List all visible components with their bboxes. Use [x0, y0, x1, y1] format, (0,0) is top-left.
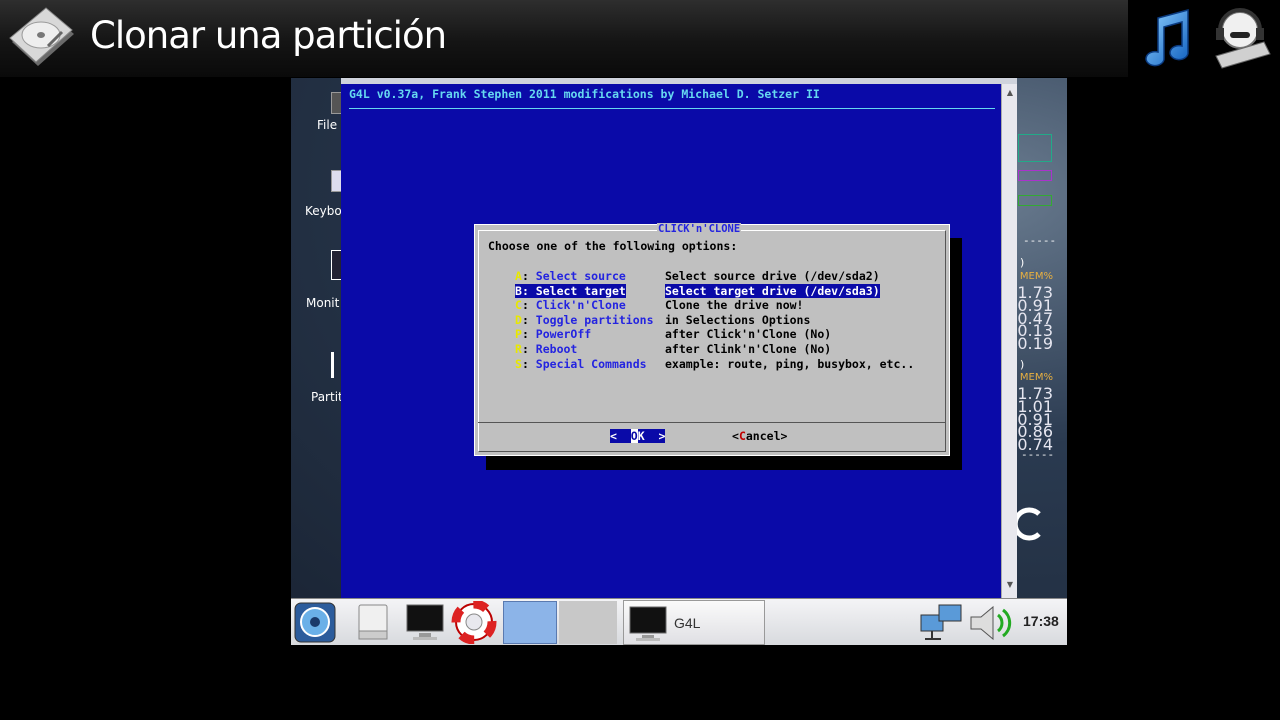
option-r[interactable]: R: Reboot after Clink'n'Clone (No): [515, 342, 945, 356]
option-hotkey: D: [515, 312, 522, 327]
option-description: Clone the drive now!: [665, 298, 804, 313]
option-name: Toggle partitions: [535, 312, 654, 327]
lifebuoy-icon[interactable]: [451, 601, 497, 644]
start-menu-icon[interactable]: [293, 601, 337, 644]
option-label: B: Select target: [515, 283, 626, 298]
monitor-icon[interactable]: [403, 601, 447, 644]
dialog-prompt: Choose one of the following options:: [488, 239, 738, 253]
terminal-body[interactable]: G4L v0.37a, Frank Stephen 2011 modificat…: [341, 84, 1001, 598]
terminal-header-text: G4L v0.37a, Frank Stephen 2011 modificat…: [349, 87, 820, 101]
dialog-title: CLICK'n'CLONE: [657, 223, 742, 235]
ok-button-hotkey: O: [630, 429, 638, 443]
conky-bar: [1018, 195, 1052, 206]
option-description: after Click'n'Clone (No): [665, 327, 832, 342]
option-label: R: Reboot: [515, 342, 578, 356]
option-name: Select target: [535, 283, 626, 298]
desktop-screen: File M Keybo Monit Partit ----- ) MEM% 1…: [291, 78, 1067, 645]
option-description: in Selections Options: [665, 312, 811, 327]
option-c[interactable]: C: Click'n'Clone Clone the drive now!: [515, 298, 945, 312]
ok-button-post: K >: [637, 429, 666, 443]
taskbar: G4L 17:38: [291, 598, 1067, 645]
cancel-button-pre: <: [732, 429, 739, 443]
cancel-button-post: ancel>: [745, 429, 788, 443]
option-label: P: PowerOff: [515, 327, 592, 342]
workspace-2[interactable]: [559, 601, 617, 644]
drive-icon[interactable]: [353, 601, 393, 644]
option-label: C: Click'n'Clone: [515, 298, 626, 313]
partition-icon[interactable]: [331, 352, 341, 378]
conky-bar: [1018, 170, 1052, 181]
volume-icon[interactable]: [967, 601, 1017, 644]
option-name: Reboot: [535, 342, 578, 356]
option-hotkey: A: [515, 269, 522, 283]
taskbar-task-label: G4L: [674, 615, 701, 631]
option-label: A: Select source: [515, 269, 626, 283]
desktop-icon-label[interactable]: Keybo: [305, 204, 342, 218]
ok-button[interactable]: < OK >: [610, 429, 666, 443]
cancel-button[interactable]: <Cancel>: [732, 429, 787, 443]
music-note-icon: [1145, 9, 1189, 67]
cancel-button-hotkey: C: [738, 429, 746, 443]
conky-paren: ): [1019, 358, 1026, 371]
video-title: Clonar una partición: [90, 14, 447, 57]
option-description: after Clink'n'Clone (No): [665, 342, 832, 356]
ok-button-pre: <: [610, 429, 631, 443]
option-label: S: Special Commands: [515, 356, 647, 371]
network-icon[interactable]: [919, 601, 965, 644]
option-hotkey: R: [515, 342, 522, 356]
wallpaper-logo-fragment: [1017, 507, 1041, 541]
click-n-clone-dialog: CLICK'n'CLONE Choose one of the followin…: [474, 223, 950, 456]
option-hotkey: P: [515, 327, 522, 342]
desktop-icon-label[interactable]: Monit: [306, 296, 339, 310]
clock[interactable]: 17:38: [1023, 613, 1059, 629]
conky-header: MEM%: [1019, 271, 1053, 282]
conky-value: 0.19: [1017, 334, 1053, 353]
option-label: D: Toggle partitions: [515, 312, 654, 327]
monitor-icon: [629, 606, 667, 641]
conky-separator: -----: [1021, 448, 1055, 461]
scroll-up-arrow-icon[interactable]: ▲: [1004, 88, 1016, 98]
option-name: Special Commands: [535, 356, 647, 371]
option-name: Select source: [535, 269, 626, 283]
option-s[interactable]: S: Special Commands example: route, ping,…: [515, 357, 945, 371]
desktop-icon-label[interactable]: Partit: [311, 390, 343, 404]
conky-bar: [1018, 134, 1052, 162]
option-hotkey: S: [515, 356, 522, 371]
terminal-window[interactable]: G4L v0.37a, Frank Stephen 2011 modificat…: [341, 78, 1017, 598]
conky-paren: ): [1019, 256, 1026, 269]
dj-avatar-icon: [1215, 8, 1271, 69]
taskbar-task-g4l[interactable]: G4L: [623, 600, 765, 645]
option-description: Select source drive (/dev/sda2): [665, 269, 880, 283]
scroll-down-arrow-icon[interactable]: ▼: [1004, 580, 1016, 590]
option-description: example: route, ping, busybox, etc..: [665, 356, 915, 371]
dialog-separator: [478, 422, 946, 423]
option-b[interactable]: B: Select target Select target drive (/de…: [515, 283, 945, 298]
option-hotkey: C: [515, 298, 522, 313]
conky-separator: -----: [1023, 234, 1057, 247]
video-title-bar: Clonar una partición: [0, 0, 1128, 77]
option-d[interactable]: D: Toggle partitions in Selections Option…: [515, 313, 945, 327]
option-name: PowerOff: [535, 327, 592, 342]
option-p[interactable]: P: PowerOff after Click'n'Clone (No): [515, 327, 945, 341]
conky-header: MEM%: [1019, 372, 1053, 383]
terminal-header-rule: [349, 108, 995, 109]
workspace-1[interactable]: [503, 601, 557, 644]
hard-drive-icon: [9, 7, 74, 66]
option-name: Click'n'Clone: [535, 298, 626, 313]
terminal-scrollbar[interactable]: ▲ ▼: [1001, 84, 1017, 598]
option-description: Select target drive (/dev/sda3): [665, 283, 880, 298]
option-a[interactable]: A: Select source Select source drive (/de…: [515, 269, 945, 283]
option-hotkey: B: [515, 283, 522, 298]
